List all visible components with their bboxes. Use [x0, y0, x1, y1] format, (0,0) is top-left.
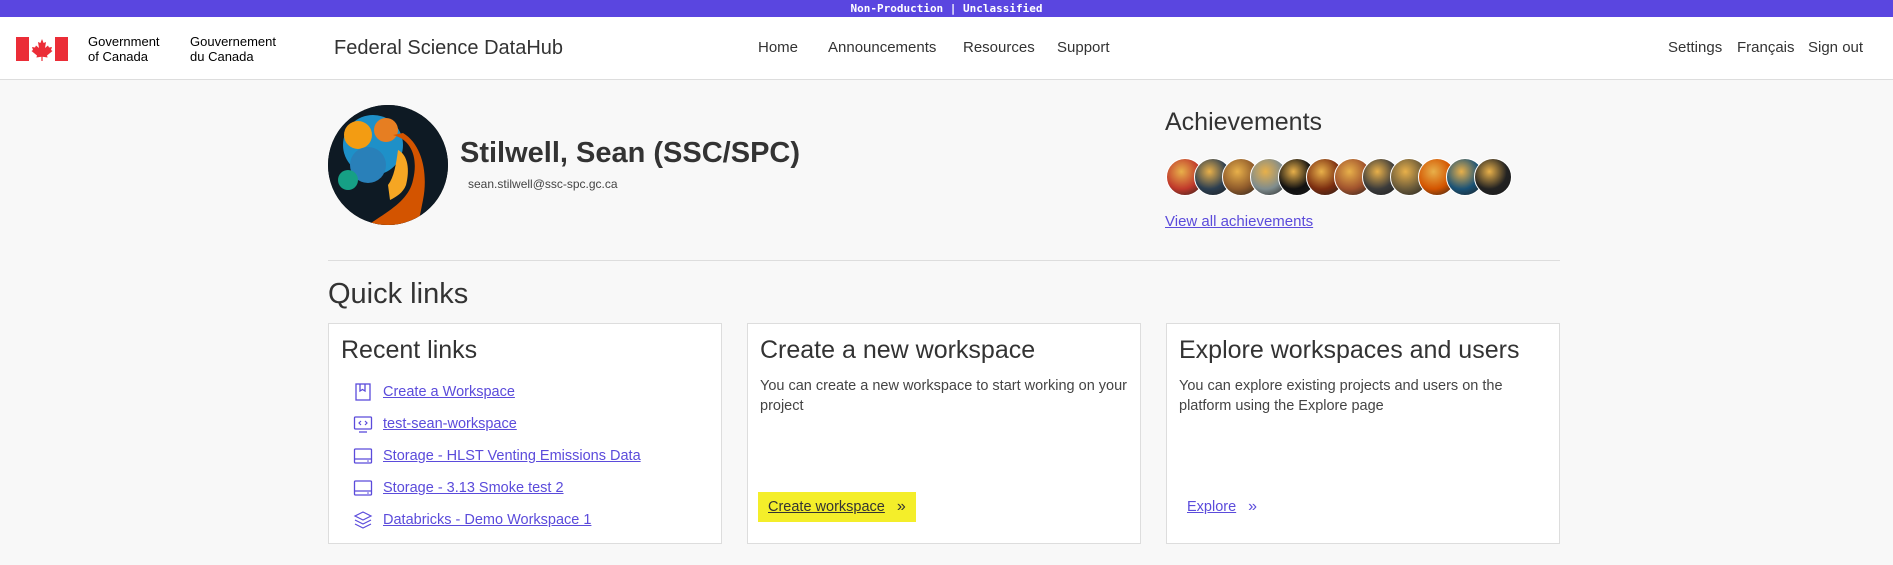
explore-button[interactable]: Explore »	[1187, 498, 1257, 516]
recent-link-label[interactable]: Create a Workspace	[383, 384, 515, 400]
view-all-achievements-link[interactable]: View all achievements	[1165, 213, 1313, 230]
achievement-badge[interactable]	[1474, 158, 1512, 196]
double-chevron-right-icon: »	[896, 498, 906, 515]
explore-label[interactable]: Explore	[1187, 499, 1236, 515]
recent-links-heading: Recent links	[341, 336, 478, 364]
recent-link-item[interactable]: test-sean-workspace	[353, 414, 517, 434]
achievements-heading: Achievements	[1165, 108, 1323, 136]
site-title[interactable]: Federal Science DataHub	[334, 37, 563, 60]
create-workspace-button[interactable]: Create workspace »	[758, 492, 916, 522]
nav-language-toggle[interactable]: Français	[1737, 39, 1795, 56]
recent-link-item[interactable]: Storage - HLST Venting Emissions Data	[353, 446, 641, 466]
nav-home[interactable]: Home	[758, 39, 798, 56]
recent-links-card: Recent links Create a Workspace test-sea…	[328, 323, 722, 544]
recent-link-label[interactable]: test-sean-workspace	[383, 416, 517, 432]
double-chevron-right-icon: »	[1248, 498, 1258, 515]
nav-sign-out[interactable]: Sign out	[1808, 39, 1863, 56]
create-workspace-heading: Create a new workspace	[760, 336, 1036, 364]
recent-link-label[interactable]: Databricks - Demo Workspace 1	[383, 512, 591, 528]
nav-resources[interactable]: Resources	[963, 39, 1035, 56]
nav-support[interactable]: Support	[1057, 39, 1110, 56]
recent-link-label[interactable]: Storage - 3.13 Smoke test 2	[383, 480, 564, 496]
create-workspace-card: Create a new workspace You can create a …	[747, 323, 1141, 544]
code-monitor-icon	[353, 416, 373, 433]
bookmark-icon	[355, 383, 371, 401]
nav-announcements[interactable]: Announcements	[828, 39, 936, 56]
storage-icon	[353, 480, 373, 496]
explore-description: You can explore existing projects and us…	[1179, 378, 1503, 414]
gov-en-wordmark: Government of Canada	[88, 34, 160, 64]
recent-link-item[interactable]: Create a Workspace	[353, 382, 515, 402]
site-header: Government of Canada Gouvernement du Can…	[0, 17, 1893, 80]
environment-banner: Non-Production | Unclassified	[0, 0, 1893, 17]
gov-fr-wordmark: Gouvernement du Canada	[190, 34, 276, 64]
nav-settings[interactable]: Settings	[1668, 39, 1722, 56]
recent-link-item[interactable]: Databricks - Demo Workspace 1	[353, 510, 591, 530]
create-workspace-label[interactable]: Create workspace	[768, 499, 885, 515]
explore-heading: Explore workspaces and users	[1179, 336, 1520, 364]
storage-icon	[353, 448, 373, 464]
government-of-canada-logo[interactable]	[16, 37, 68, 61]
create-workspace-description: You can create a new workspace to start …	[760, 378, 1127, 414]
quick-links-heading: Quick links	[328, 278, 469, 310]
profile-avatar	[328, 105, 448, 225]
section-divider	[328, 260, 1560, 261]
recent-link-item[interactable]: Storage - 3.13 Smoke test 2	[353, 478, 564, 498]
canada-flag-icon	[16, 37, 68, 61]
profile-email: sean.stilwell@ssc-spc.gc.ca	[468, 177, 618, 191]
explore-card: Explore workspaces and users You can exp…	[1166, 323, 1560, 544]
layers-icon	[353, 511, 373, 529]
recent-link-label[interactable]: Storage - HLST Venting Emissions Data	[383, 448, 641, 464]
profile-name: Stilwell, Sean (SSC/SPC)	[460, 137, 801, 169]
